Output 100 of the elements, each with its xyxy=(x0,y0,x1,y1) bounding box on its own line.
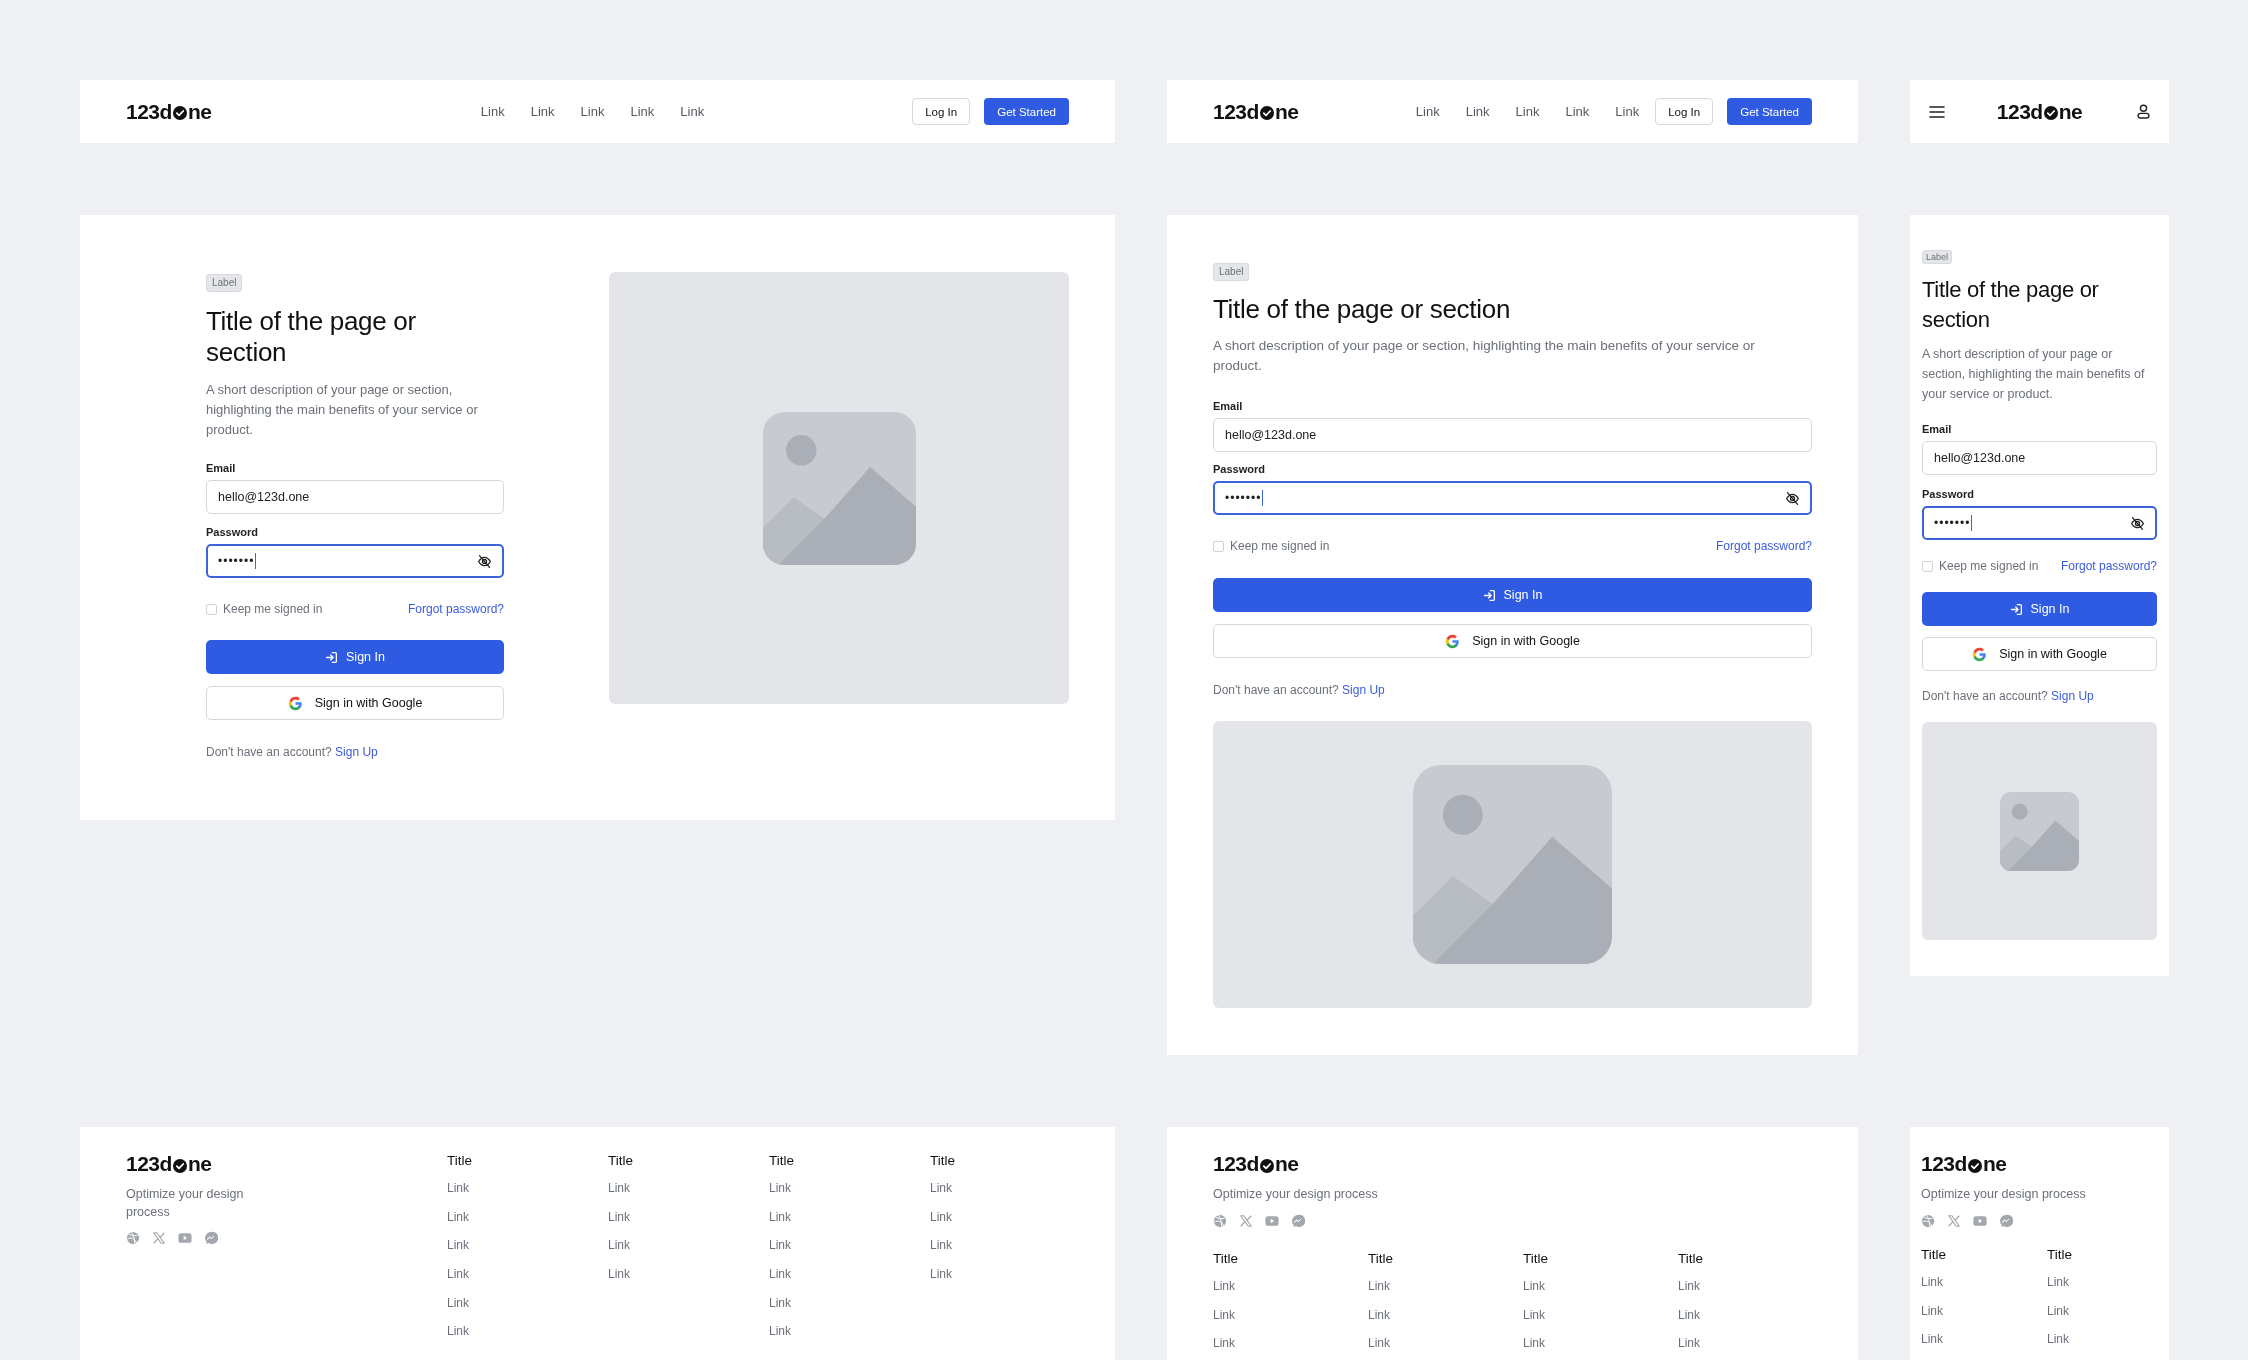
checkbox[interactable] xyxy=(1213,540,1224,552)
footer-link[interactable]: Link xyxy=(769,1180,930,1196)
footer-link[interactable]: Link xyxy=(1213,1306,1368,1323)
sign-up-link[interactable]: Sign Up xyxy=(335,745,378,759)
footer-link[interactable]: Link xyxy=(447,1208,608,1225)
checkbox[interactable] xyxy=(1922,560,1933,572)
password-field[interactable]: ••••••• xyxy=(206,544,504,578)
play-icon[interactable] xyxy=(1973,1214,1987,1228)
footer-link[interactable]: Link xyxy=(1523,1306,1678,1323)
forgot-password-link[interactable]: Forgot password? xyxy=(2060,557,2157,575)
footer-link[interactable]: Link xyxy=(608,1237,769,1254)
footer-link[interactable]: Link xyxy=(447,1266,608,1283)
footer-link[interactable]: Link xyxy=(769,1294,930,1311)
footer-link[interactable]: Link xyxy=(1213,1278,1368,1294)
footer-link[interactable]: Link xyxy=(1921,1274,2047,1290)
sign-in-button[interactable]: Sign In xyxy=(206,640,504,674)
play-icon[interactable] xyxy=(178,1231,192,1245)
sign-up-link[interactable]: Sign Up xyxy=(2051,689,2094,703)
footer-link[interactable]: Link xyxy=(1523,1335,1678,1352)
user-icon[interactable] xyxy=(2137,104,2150,119)
basketball-icon[interactable] xyxy=(1213,1214,1227,1228)
footer-link[interactable]: Link xyxy=(608,1208,769,1225)
footer-link[interactable]: Link xyxy=(930,1208,1091,1225)
log-in-button[interactable]: Log In xyxy=(1655,98,1714,125)
footer-link[interactable]: Link xyxy=(1678,1335,1833,1352)
footer-link[interactable]: Link xyxy=(447,1237,608,1254)
basketball-icon[interactable] xyxy=(126,1231,140,1245)
footer-link[interactable]: Link xyxy=(930,1237,1091,1254)
menu-icon[interactable] xyxy=(1929,104,1945,119)
x-icon[interactable] xyxy=(1947,1214,1961,1228)
chat-bubble-icon[interactable] xyxy=(1291,1214,1305,1228)
footer-link[interactable]: Link xyxy=(1523,1278,1678,1294)
google-sign-in-button[interactable]: Sign in with Google xyxy=(1213,624,1812,658)
logo-text: 123d xyxy=(126,99,172,124)
image-icon xyxy=(1413,765,1612,964)
sign-in-button[interactable]: Sign In xyxy=(1922,592,2157,626)
footer-link[interactable]: Link xyxy=(1678,1306,1833,1323)
footer-link[interactable]: Link xyxy=(769,1323,930,1340)
password-field[interactable]: ••••••• xyxy=(1922,506,2157,540)
forgot-password-link[interactable]: Forgot password? xyxy=(407,600,504,618)
nav-link[interactable]: Link xyxy=(1415,104,1440,119)
forgot-password-link[interactable]: Forgot password? xyxy=(1715,537,1812,555)
x-icon[interactable] xyxy=(152,1231,166,1245)
nav-link[interactable]: Link xyxy=(580,104,605,119)
footer-link[interactable]: Link xyxy=(1921,1331,2047,1348)
play-icon[interactable] xyxy=(1265,1214,1279,1228)
email-field[interactable]: hello@123d.one xyxy=(1922,441,2157,475)
label-tag: Label xyxy=(1922,250,1953,264)
footer-link[interactable]: Link xyxy=(769,1208,930,1225)
footer-link[interactable]: Link xyxy=(1368,1278,1523,1294)
get-started-button[interactable]: Get Started xyxy=(1727,98,1812,125)
footer-link[interactable]: Link xyxy=(1921,1302,2047,1319)
google-sign-in-button[interactable]: Sign in with Google xyxy=(1922,637,2157,671)
chat-bubble-icon[interactable] xyxy=(204,1231,218,1245)
footer-link[interactable]: Link xyxy=(930,1266,1091,1283)
page-description: A short description of your page or section, highlighting the main benefits of your service or product. xyxy=(206,381,479,439)
footer-link[interactable]: Link xyxy=(769,1266,930,1283)
basketball-icon[interactable] xyxy=(1921,1214,1935,1228)
footer-link[interactable]: Link xyxy=(447,1294,608,1311)
footer-link[interactable]: Link xyxy=(2047,1302,2173,1319)
eye-slash-icon[interactable] xyxy=(2130,515,2145,531)
footer-column-title: Title xyxy=(1921,1246,1947,1264)
footer-link[interactable]: Link xyxy=(608,1266,769,1283)
footer-link[interactable]: Link xyxy=(2047,1274,2173,1290)
footer-link[interactable]: Link xyxy=(2047,1331,2173,1348)
sign-in-button[interactable]: Sign In xyxy=(1213,578,1812,612)
log-in-button[interactable]: Log In xyxy=(912,98,971,125)
nav-link[interactable]: Link xyxy=(1515,104,1540,119)
email-field[interactable]: hello@123d.one xyxy=(1213,418,1812,452)
sign-up-link[interactable]: Sign Up xyxy=(1342,683,1385,697)
footer-link[interactable]: Link xyxy=(1678,1278,1833,1294)
footer-link[interactable]: Link xyxy=(769,1237,930,1254)
eye-slash-icon[interactable] xyxy=(477,553,492,569)
footer-link[interactable]: Link xyxy=(1368,1335,1523,1352)
eye-slash-icon[interactable] xyxy=(1785,490,1800,506)
google-sign-in-button[interactable]: Sign in with Google xyxy=(206,686,504,720)
nav-link[interactable]: Link xyxy=(1465,104,1490,119)
x-icon[interactable] xyxy=(1239,1214,1253,1228)
logo-text: ne xyxy=(2058,99,2083,124)
get-started-button[interactable]: Get Started xyxy=(984,98,1069,125)
logo-text: 123d xyxy=(1213,99,1259,124)
nav-link[interactable]: Link xyxy=(480,104,505,119)
password-field[interactable]: ••••••• xyxy=(1213,481,1812,515)
footer-link[interactable]: Link xyxy=(447,1180,608,1196)
footer-link[interactable]: Link xyxy=(930,1180,1091,1196)
footer-link[interactable]: Link xyxy=(1213,1335,1368,1352)
footer-link[interactable]: Link xyxy=(447,1323,608,1340)
nav-link[interactable]: Link xyxy=(1615,104,1640,119)
sign-in-icon xyxy=(2009,602,2023,616)
nav-link[interactable]: Link xyxy=(530,104,555,119)
checkbox[interactable] xyxy=(206,603,217,615)
sign-in-icon xyxy=(325,650,339,664)
chat-bubble-icon[interactable] xyxy=(1999,1214,2013,1228)
nav-link[interactable]: Link xyxy=(630,104,655,119)
nav-link[interactable]: Link xyxy=(1565,104,1590,119)
email-field[interactable]: hello@123d.one xyxy=(206,480,504,514)
page-title: Title of the page or section xyxy=(206,306,417,368)
footer-link[interactable]: Link xyxy=(608,1180,769,1196)
nav-link[interactable]: Link xyxy=(680,104,705,119)
footer-link[interactable]: Link xyxy=(1368,1306,1523,1323)
